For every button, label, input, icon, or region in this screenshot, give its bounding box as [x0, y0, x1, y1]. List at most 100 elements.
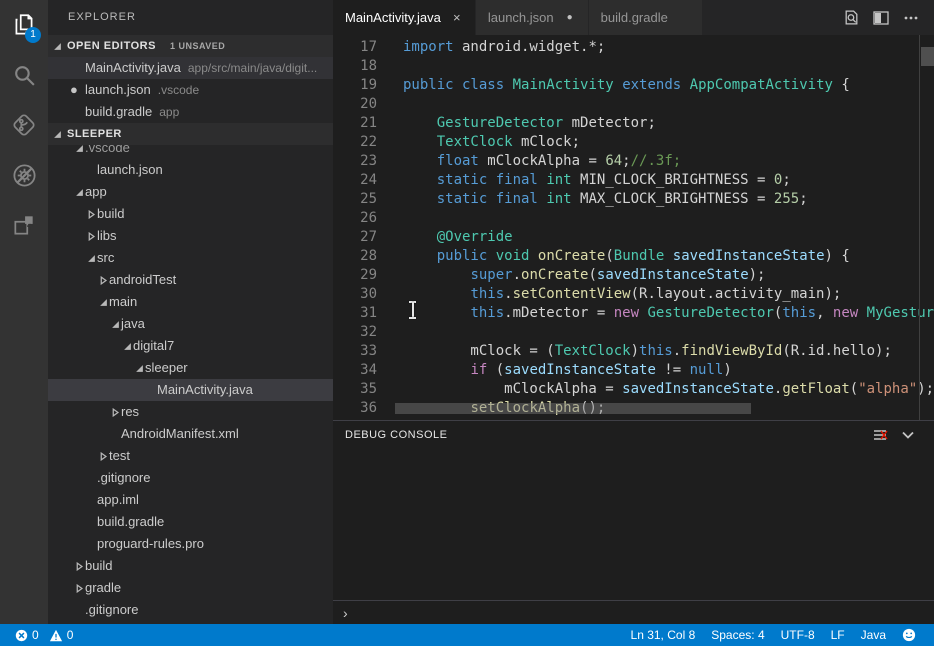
- tree-item-libs[interactable]: libs: [48, 225, 333, 247]
- tree-item-mainactivity-java[interactable]: MainActivity.java: [48, 379, 333, 401]
- tree-item-build[interactable]: build: [48, 555, 333, 577]
- debug-console-input[interactable]: ›: [333, 600, 934, 624]
- tree-item-digital7[interactable]: digital7: [48, 335, 333, 357]
- open-editor-name: launch.json: [85, 79, 151, 101]
- code-line-27: 27 @Override: [333, 228, 934, 247]
- code-line-text: static final int MIN_CLOCK_BRIGHTNESS = …: [403, 171, 791, 190]
- tree-item-label: build: [85, 555, 112, 577]
- line-number: 17: [333, 38, 377, 57]
- vertical-scrollbar[interactable]: [921, 47, 934, 66]
- gutter-gap: [377, 228, 403, 247]
- panel-header: DEBUG CONSOLE: [333, 421, 934, 449]
- code-token: mClock = (: [403, 343, 555, 359]
- tree-item--gitignore[interactable]: .gitignore: [48, 599, 333, 621]
- code-token: [614, 77, 622, 93]
- code-token: [858, 305, 866, 321]
- project-section-header[interactable]: SLEEPER: [48, 123, 333, 145]
- tree-item-gradle[interactable]: gradle: [48, 577, 333, 599]
- code-token: mClockAlpha =: [479, 153, 605, 169]
- open-editors-header[interactable]: OPEN EDITORS 1 UNSAVED: [48, 35, 333, 57]
- modified-dot-icon: ●: [564, 12, 576, 23]
- code-token: (: [588, 267, 596, 283]
- tree-item-build-gradle[interactable]: build.gradle: [48, 621, 333, 624]
- encoding-setting[interactable]: UTF-8: [773, 624, 823, 646]
- code-token: );: [749, 267, 766, 283]
- code-token: import: [403, 39, 454, 55]
- code-token: {: [833, 77, 850, 93]
- tab-mainactivity-java[interactable]: MainActivity.java×: [333, 0, 476, 35]
- console-prompt: ›: [343, 605, 348, 621]
- code-line-text: public void onCreate(Bundle savedInstanc…: [403, 247, 850, 266]
- gutter-gap: [377, 57, 403, 76]
- split-editor-icon[interactable]: [866, 0, 896, 35]
- tree-item-label: src: [97, 247, 114, 269]
- eol-setting[interactable]: LF: [823, 624, 853, 646]
- code-line-24: 24 static final int MIN_CLOCK_BRIGHTNESS…: [333, 171, 934, 190]
- tab-build-gradle[interactable]: build.gradle: [589, 0, 703, 35]
- tree-item--gitignore[interactable]: .gitignore: [48, 467, 333, 489]
- code-token: setContentView: [513, 286, 631, 302]
- feedback-smiley-icon[interactable]: [894, 624, 924, 646]
- code-token: new: [614, 305, 639, 321]
- code-token: android.view.*;: [454, 35, 589, 36]
- clear-console-icon[interactable]: [866, 421, 894, 449]
- gutter-gap: [377, 380, 403, 399]
- problems-indicator[interactable]: 0 0: [10, 624, 78, 646]
- search-icon[interactable]: [0, 50, 48, 100]
- explorer-icon[interactable]: 1: [0, 0, 48, 50]
- tree-item-label: libs: [97, 225, 117, 247]
- code-token: ,: [816, 305, 833, 321]
- tree-item-test[interactable]: test: [48, 445, 333, 467]
- tree-item-res[interactable]: res: [48, 401, 333, 423]
- code-token: getFloat: [782, 381, 849, 397]
- tree-item-sleeper[interactable]: sleeper: [48, 357, 333, 379]
- cursor-position[interactable]: Ln 31, Col 8: [623, 624, 704, 646]
- code-token: null: [690, 362, 724, 378]
- code-token: public: [437, 248, 488, 264]
- code-token: this: [782, 305, 816, 321]
- tree-item-androidtest[interactable]: androidTest: [48, 269, 333, 291]
- activity-bar: 1: [0, 0, 48, 624]
- code-token: AppCompatActivity: [690, 77, 833, 93]
- more-actions-icon[interactable]: [896, 0, 926, 35]
- code-token: !=: [656, 362, 690, 378]
- overview-ruler-border: [919, 35, 920, 420]
- code-line-text: import android.widget.*;: [403, 38, 605, 57]
- code-token: 64: [605, 153, 622, 169]
- tree-item-app-iml[interactable]: app.iml: [48, 489, 333, 511]
- tree-item-launch-json[interactable]: launch.json: [48, 159, 333, 181]
- open-editor-item[interactable]: MainActivity.javaapp/src/main/java/digit…: [48, 57, 333, 79]
- chevron-expanded-icon: [122, 341, 133, 352]
- extensions-icon[interactable]: [0, 200, 48, 250]
- tree-item-app[interactable]: app: [48, 181, 333, 203]
- tab-launch-json[interactable]: launch.json●: [476, 0, 589, 35]
- tree-item-build-gradle[interactable]: build.gradle: [48, 511, 333, 533]
- tree-item-src[interactable]: src: [48, 247, 333, 269]
- code-token: int: [546, 172, 571, 188]
- source-control-icon[interactable]: [0, 100, 48, 150]
- open-editor-item[interactable]: build.gradleapp: [48, 101, 333, 123]
- code-token: public class: [403, 77, 504, 93]
- open-editor-item[interactable]: ●launch.json.vscode: [48, 79, 333, 101]
- tree-item-java[interactable]: java: [48, 313, 333, 335]
- language-mode[interactable]: Java: [853, 624, 894, 646]
- open-editor-name: build.gradle: [85, 101, 152, 123]
- chevron-down-icon[interactable]: [894, 421, 922, 449]
- debug-icon[interactable]: [0, 150, 48, 200]
- tree-item-main[interactable]: main: [48, 291, 333, 313]
- close-icon[interactable]: ×: [451, 10, 463, 25]
- tree-item-build[interactable]: build: [48, 203, 333, 225]
- tree-item-androidmanifest-xml[interactable]: AndroidManifest.xml: [48, 423, 333, 445]
- tree-item-proguard-rules-pro[interactable]: proguard-rules.pro: [48, 533, 333, 555]
- code-token: [403, 172, 437, 188]
- horizontal-scrollbar[interactable]: [395, 403, 751, 414]
- code-token: void: [496, 248, 530, 264]
- code-token: MIN_CLOCK_BRIGHTNESS =: [572, 172, 774, 188]
- code-editor[interactable]: 16import android.view.*;17import android…: [333, 35, 934, 420]
- open-preview-icon[interactable]: [836, 0, 866, 35]
- code-line-text: super.onCreate(savedInstanceState);: [403, 266, 765, 285]
- code-token: this: [470, 305, 504, 321]
- code-line-20: 20: [333, 95, 934, 114]
- indentation-setting[interactable]: Spaces: 4: [703, 624, 772, 646]
- code-token: ): [631, 343, 639, 359]
